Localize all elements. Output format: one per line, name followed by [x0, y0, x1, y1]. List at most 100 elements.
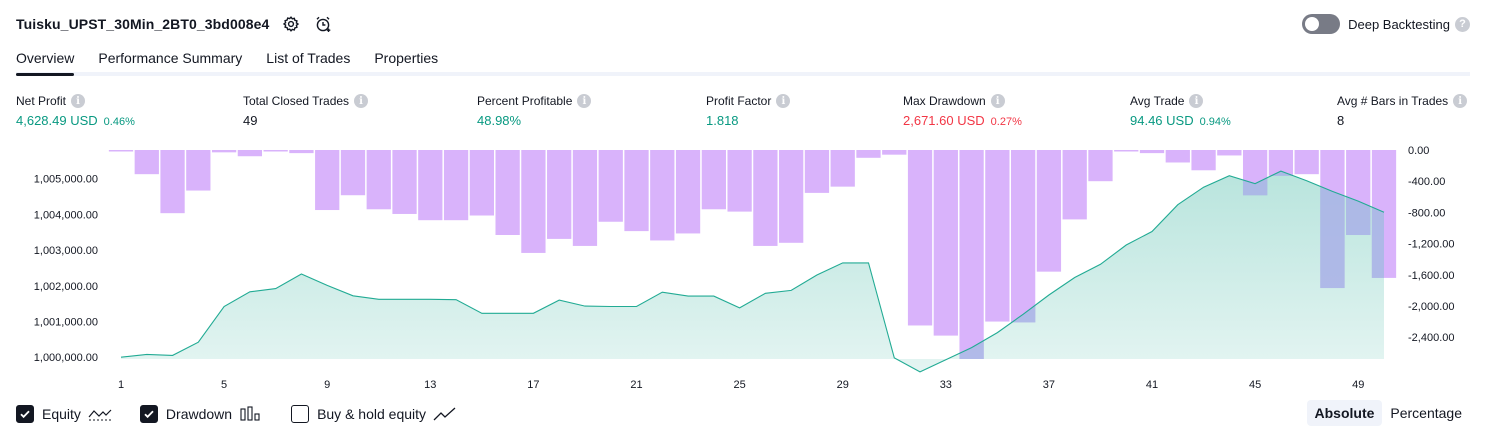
legend-buy-hold-equity[interactable]: Buy & hold equity — [291, 405, 457, 423]
equity-label: Equity — [42, 406, 81, 422]
drawdown-bar — [1036, 150, 1062, 272]
strategy-header: Tuisku_UPST_30Min_2BT0_3bd008e4 Deep Bac… — [16, 10, 1470, 38]
metric-net-profit: Net Profit i 4,628.49 USD 0.46% — [16, 93, 135, 128]
report-tabs: Overview Performance Summary List of Tra… — [16, 44, 1470, 76]
left-axis-ticks: 1,005,000.00 1,004,000.00 1,003,000.00 1,00… — [34, 174, 98, 365]
metric-avg-trade: Avg Trade i 94.46 USD 0.94% — [1130, 93, 1231, 128]
x-axis-tick: 17 — [527, 379, 539, 391]
metric-avg-bars: Avg # Bars in Trades i 8 — [1337, 93, 1468, 128]
info-icon[interactable]: i — [990, 94, 1005, 108]
absolute-button[interactable]: Absolute — [1306, 400, 1383, 426]
drawdown-bar — [598, 150, 623, 222]
metric-total-closed-trades: Total Closed Trades i 49 — [243, 93, 369, 128]
drawdown-bar — [211, 150, 237, 153]
drawdown-bar — [830, 150, 855, 187]
drawdown-bar — [1088, 150, 1113, 182]
drawdown-bar — [366, 150, 391, 210]
drawdown-label: Drawdown — [165, 406, 233, 422]
metric-label: Total Closed Trades — [243, 94, 350, 108]
info-icon[interactable]: i — [354, 94, 369, 108]
profit-factor-value: 1.818 — [706, 113, 739, 128]
x-axis-tick: 49 — [1352, 379, 1364, 391]
drawdown-bar — [727, 150, 752, 212]
drawdown-bar — [547, 150, 572, 239]
buy-hold-checkbox[interactable] — [291, 405, 310, 423]
add-alert-clock-icon[interactable] — [313, 14, 333, 34]
x-axis-tick: 45 — [1249, 379, 1261, 391]
tab-overview[interactable]: Overview — [16, 44, 75, 76]
left-axis-tick: 1,005,000.00 — [34, 174, 98, 186]
x-axis-ticks: 1 5 9 13 17 21 25 29 33 37 41 45 49 — [118, 379, 1364, 391]
settings-gear-icon[interactable] — [281, 14, 301, 34]
max-drawdown-percent: 0.27% — [990, 116, 1022, 128]
info-icon[interactable]: i — [577, 94, 592, 108]
x-axis-tick: 33 — [940, 379, 952, 391]
deep-backtesting-toggle[interactable] — [1302, 14, 1341, 34]
drawdown-bar — [237, 150, 263, 157]
right-axis-tick: -1,600.00 — [1408, 270, 1454, 282]
max-drawdown-value: 2,671.60 USD — [903, 113, 985, 128]
drawdown-bar — [1139, 150, 1165, 154]
percentage-button[interactable]: Percentage — [1382, 400, 1470, 426]
drawdown-bar — [1217, 150, 1242, 156]
tab-list-of-trades[interactable]: List of Trades — [266, 44, 350, 72]
net-profit-percent: 0.46% — [103, 116, 135, 128]
drawdown-bar — [882, 150, 907, 155]
drawdown-bar — [340, 150, 366, 196]
toggle-knob — [1305, 17, 1320, 31]
right-axis-tick: -800.00 — [1408, 207, 1445, 219]
legend-drawdown[interactable]: Drawdown — [139, 405, 263, 423]
drawdown-bar — [856, 150, 881, 158]
avg-bars-value: 8 — [1337, 113, 1345, 128]
equity-checkbox[interactable] — [16, 405, 34, 423]
avg-trade-value: 94.46 USD — [1130, 113, 1194, 128]
drawdown-bar — [572, 150, 598, 246]
tab-properties[interactable]: Properties — [374, 44, 438, 72]
drawdown-bar — [1294, 150, 1319, 175]
drawdown-checkbox[interactable] — [139, 405, 158, 423]
info-icon[interactable]: i — [1453, 94, 1468, 108]
drawdown-bar — [392, 150, 417, 214]
metric-label: Net Profit — [16, 94, 67, 108]
total-closed-trades-value: 49 — [243, 113, 258, 128]
drawdown-bar — [1165, 150, 1190, 163]
right-axis-tick: -400.00 — [1408, 176, 1445, 188]
drawdown-bar — [933, 150, 958, 336]
drawdown-bar — [650, 150, 675, 241]
drawdown-bar — [443, 150, 469, 221]
metric-label: Avg Trade — [1130, 94, 1185, 108]
left-axis-tick: 1,000,000.00 — [34, 352, 98, 364]
info-icon[interactable]: i — [1189, 94, 1204, 108]
avg-trade-percent: 0.94% — [1199, 116, 1231, 128]
metrics-row: Net Profit i 4,628.49 USD 0.46% Total Clos… — [0, 93, 1486, 133]
drawdown-bar — [675, 150, 701, 234]
right-axis-tick: -2,400.00 — [1408, 332, 1454, 344]
info-icon[interactable]: i — [776, 94, 791, 108]
metric-percent-profitable: Percent Profitable i 48.98% — [477, 93, 592, 128]
help-icon[interactable]: ? — [1455, 16, 1470, 32]
net-profit-value: 4,628.49 USD — [16, 113, 98, 128]
metric-max-drawdown: Max Drawdown i 2,671.60 USD 0.27% — [903, 93, 1022, 128]
drawdown-bar — [1114, 150, 1139, 152]
x-axis-tick: 37 — [1043, 379, 1055, 391]
buy-hold-line-icon — [433, 407, 456, 421]
info-icon[interactable]: i — [71, 94, 86, 108]
drawdown-bar — [907, 150, 933, 326]
drawdown-bar — [521, 150, 546, 253]
drawdown-bars-icon — [240, 406, 260, 421]
x-axis-tick: 13 — [424, 379, 436, 391]
metric-label: Max Drawdown — [903, 94, 986, 108]
metric-profit-factor: Profit Factor i 1.818 — [706, 93, 791, 128]
x-axis-tick: 5 — [221, 379, 227, 391]
deep-backtesting-control: Deep Backtesting ? — [1302, 14, 1470, 34]
chart-legend: Equity Drawdown Buy & hold equity — [16, 403, 485, 425]
tab-performance-summary[interactable]: Performance Summary — [98, 44, 242, 72]
x-axis-tick: 9 — [324, 379, 330, 391]
legend-equity[interactable]: Equity — [16, 405, 112, 423]
drawdown-bar — [134, 150, 159, 175]
percent-profitable-value: 48.98% — [477, 113, 522, 128]
equity-drawdown-chart[interactable]: 1,005,000.00 1,004,000.00 1,003,000.00 1,00… — [0, 138, 1486, 398]
drawdown-bar — [263, 150, 288, 152]
drawdown-bar — [753, 150, 778, 246]
drawdown-bar — [469, 150, 494, 216]
